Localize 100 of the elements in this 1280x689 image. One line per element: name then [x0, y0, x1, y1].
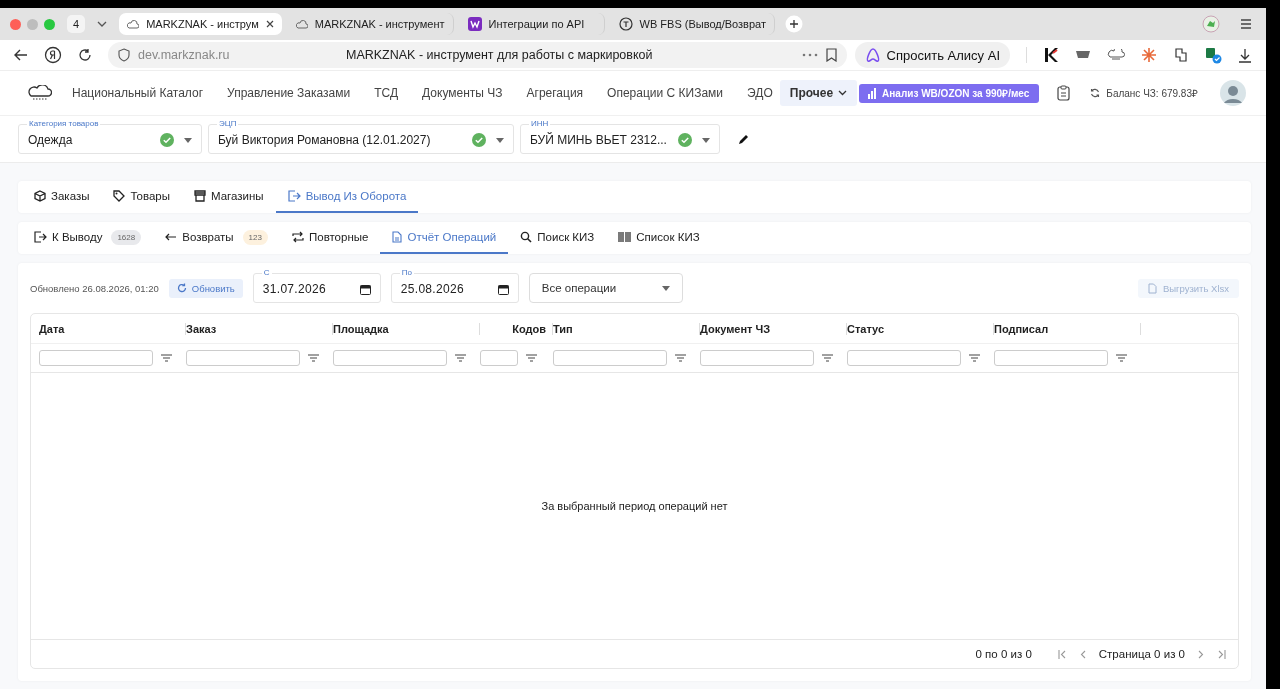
subtab[interactable]: Возвраты 123	[153, 222, 280, 254]
count-badge: 1628	[111, 229, 142, 245]
clipboard-icon[interactable]	[1057, 85, 1071, 101]
cloud-icon	[127, 19, 140, 29]
new-tab-icon[interactable]	[785, 15, 803, 33]
first-page-icon[interactable]	[1057, 649, 1067, 659]
filter-input[interactable]	[186, 350, 300, 366]
subtab[interactable]: Список КИЗ	[606, 222, 712, 254]
filter-icon[interactable]	[1116, 354, 1127, 362]
column-header[interactable]: Площадка	[333, 322, 389, 335]
filter-input[interactable]	[847, 350, 961, 366]
browser-tab[interactable]: Интеграции по API	[459, 13, 605, 35]
filter-input[interactable]	[700, 350, 814, 366]
filter-input[interactable]	[994, 350, 1108, 366]
more-menu-button[interactable]: Прочее	[779, 80, 858, 106]
column-header[interactable]: Документ ЧЗ	[700, 322, 771, 335]
subtab[interactable]: К Выводу 1628	[22, 222, 154, 254]
close-window-icon[interactable]	[10, 18, 21, 30]
minimize-window-icon[interactable]	[27, 18, 38, 30]
caret-icon	[661, 285, 670, 291]
column-header[interactable]: Кодов	[512, 322, 546, 335]
balance-label[interactable]: Баланс ЧЗ: 679.83₽	[1090, 86, 1198, 100]
browser-tab[interactable]: WB FBS (Вывод/Возврат	[610, 13, 775, 35]
logo-icon[interactable]	[28, 85, 52, 101]
menu-icon[interactable]	[1240, 19, 1252, 29]
ask-assistant-button[interactable]: Спросить Алису AI	[854, 42, 1010, 68]
filter-input[interactable]	[553, 350, 667, 366]
nav-link[interactable]: Документы ЧЗ	[422, 86, 503, 100]
browser-logo-icon[interactable]	[44, 46, 62, 64]
profile-icon[interactable]	[1202, 15, 1220, 33]
column-header[interactable]: Дата	[39, 322, 65, 335]
tab[interactable]: Товары	[101, 181, 182, 213]
filter-icon[interactable]	[161, 354, 172, 362]
select-field[interactable]: ЭЦП Буй Виктория Романовна (12.01.2027)	[208, 118, 514, 154]
caret-icon	[702, 137, 710, 143]
refresh-icon	[176, 283, 187, 293]
column-header[interactable]: Заказ	[186, 322, 217, 335]
tab[interactable]: Магазины	[182, 181, 276, 213]
refresh-icon	[1090, 88, 1101, 98]
shield-icon[interactable]	[118, 48, 130, 62]
filter-icon[interactable]	[822, 354, 833, 362]
tab[interactable]: Заказы	[22, 181, 102, 213]
date-field[interactable]: По 25.08.2026	[390, 267, 519, 303]
address-bar[interactable]: dev.markznak.ru MARKZNAK - инструмент для работы с маркировкой	[108, 42, 847, 68]
back-icon[interactable]	[14, 49, 28, 61]
select-field[interactable]: ИНН БУЙ МИНЬ ВЬЕТ 2312...	[520, 118, 720, 154]
assistant-icon	[864, 47, 881, 63]
nav-link[interactable]: Агрегация	[526, 86, 584, 100]
tab[interactable]: Вывод Из Оборота	[275, 181, 419, 213]
search-icon	[520, 231, 533, 243]
chevron-down-icon	[838, 90, 848, 96]
more-icon[interactable]	[801, 53, 818, 57]
filter-icon[interactable]	[969, 354, 980, 362]
subtab[interactable]: Отчёт Операций	[380, 222, 509, 254]
arrow-left-icon	[165, 233, 178, 241]
promo-button[interactable]: Анализ WB/OZON за 990₽/мес	[859, 83, 1040, 103]
document-icon	[392, 231, 403, 243]
close-icon[interactable]	[265, 20, 274, 28]
previous-page-icon[interactable]	[1079, 649, 1086, 659]
extension-icon[interactable]	[1043, 47, 1059, 63]
maximize-window-icon[interactable]	[44, 18, 55, 30]
calendar-icon	[359, 283, 371, 295]
subtab[interactable]: Повторные	[279, 222, 381, 254]
browser-tab[interactable]: MARKZNAK - инструм	[119, 13, 282, 35]
page-label: Страница 0 из 0	[1098, 648, 1185, 660]
updated-label: Обновлено 26.08.2026, 01:20	[30, 282, 159, 294]
bookmark-icon[interactable]	[825, 48, 837, 62]
operation-select[interactable]: Все операции	[528, 273, 683, 303]
filter-input[interactable]	[333, 350, 447, 366]
next-page-icon[interactable]	[1198, 649, 1204, 659]
barcode-icon	[618, 232, 632, 242]
filter-input[interactable]	[39, 350, 153, 366]
calendar-icon	[497, 283, 509, 295]
nav-link[interactable]: Управление Заказами	[227, 86, 351, 100]
column-header[interactable]: Подписал	[994, 322, 1049, 335]
avatar-icon[interactable]	[1220, 80, 1246, 106]
select-field[interactable]: Категория товаров Одежда	[18, 118, 202, 154]
exit-icon	[287, 190, 301, 202]
subtab[interactable]: Поиск КИЗ	[508, 222, 607, 254]
last-page-icon[interactable]	[1217, 649, 1226, 659]
nav-link[interactable]: Национальный Каталог	[72, 86, 204, 100]
chevron-down-icon[interactable]	[97, 21, 108, 27]
edit-icon[interactable]	[738, 133, 750, 145]
filter-icon[interactable]	[308, 354, 319, 362]
nav-link[interactable]: ТСД	[374, 86, 399, 100]
date-field[interactable]: С 31.07.2026	[252, 267, 381, 303]
reload-icon[interactable]	[78, 48, 92, 62]
filter-icon[interactable]	[675, 354, 686, 362]
filter-icon[interactable]	[455, 354, 466, 362]
download-icon[interactable]	[1238, 47, 1252, 63]
filter-input[interactable]	[480, 350, 518, 366]
nav-link[interactable]: ЭДО	[747, 86, 773, 100]
column-header[interactable]: Тип	[553, 322, 573, 335]
tab-count[interactable]: 4	[67, 15, 86, 33]
nav-link[interactable]: Операции С КИЗами	[607, 86, 724, 100]
refresh-button[interactable]: Обновить	[168, 278, 243, 298]
column-header[interactable]: Статус	[847, 322, 885, 335]
extension-icon[interactable]	[1173, 47, 1189, 63]
browser-tab[interactable]: MARKZNAK - инструмент	[287, 13, 454, 35]
filter-icon[interactable]	[526, 354, 537, 362]
